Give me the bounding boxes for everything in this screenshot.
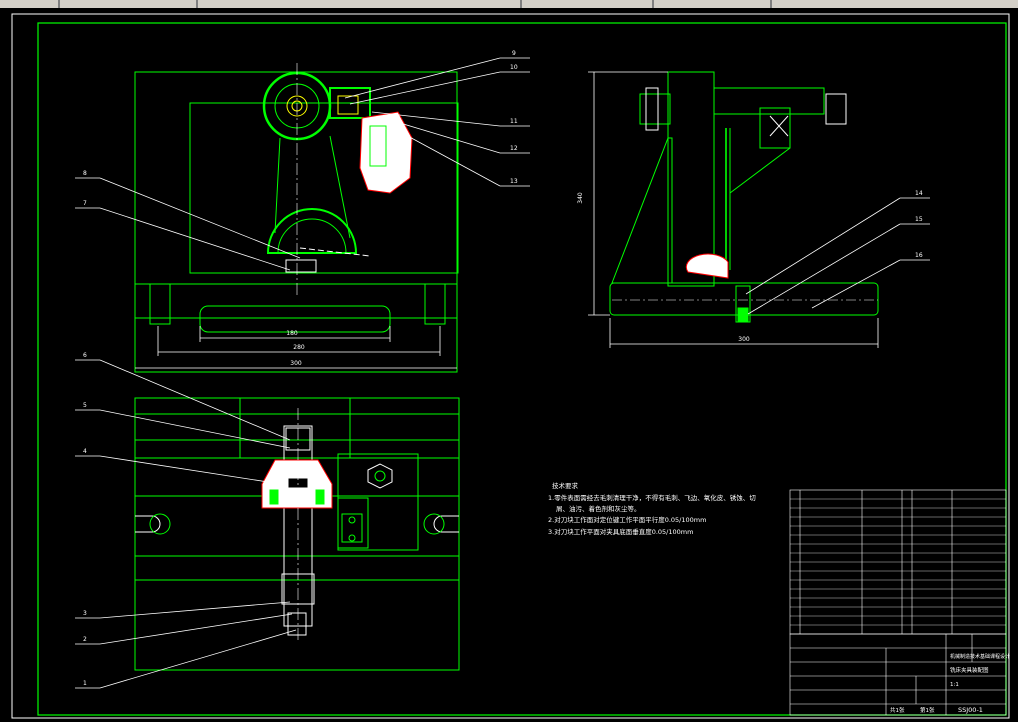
leader-label-16: 16 (915, 252, 923, 259)
side-view (609, 71, 879, 323)
leader-label-10: 10 (510, 64, 518, 71)
toolbar-separator (196, 0, 198, 8)
dim-front-mid: 280 (293, 344, 305, 351)
technical-notes: 技术要求 1.零件表面需经去毛刺清理干净，不得有毛刺、飞边、氧化皮、锈蚀、切 屑… (548, 481, 756, 536)
leader-label-6: 6 (83, 352, 87, 359)
toolbar-separator (652, 0, 654, 8)
leader-labels: 9 10 11 12 13 8 7 6 5 4 3 2 1 14 15 16 (83, 50, 923, 687)
plan-base (134, 397, 460, 671)
title-drawing-no: SSJ00-1 (958, 706, 983, 714)
leader-label-12: 12 (510, 145, 518, 152)
plan-view (134, 397, 460, 671)
leader-label-8: 8 (83, 170, 87, 177)
leader-label-4: 4 (83, 448, 87, 455)
title-school: 机械制造技术基础课程设计 (950, 653, 1010, 660)
notes-line-1b: 屑、油污、着色剂和灰尘等。 (556, 504, 641, 513)
semicircle-support (266, 208, 358, 254)
dim-side-height: 340 (577, 192, 584, 204)
title-sheets: 共1张 (890, 706, 905, 714)
leader-label-15: 15 (915, 216, 923, 223)
dim-side-bottom: 300 (738, 336, 750, 343)
vertical-edge (1014, 8, 1018, 722)
title-block (789, 633, 1007, 716)
front-view (134, 63, 459, 373)
toolbar-separator (770, 0, 772, 8)
parts-list-rows (790, 498, 1006, 626)
left-u-slot (135, 515, 161, 533)
side-view-dimensions (588, 71, 879, 348)
side-rib (611, 137, 673, 284)
window-toolbar-strip (0, 0, 1018, 8)
notes-line-3: 3.对刀块工作平面对夹具底面垂直度0.05/100mm (548, 527, 693, 536)
title-scale: 1:1 (950, 682, 959, 688)
leader-label-3: 3 (83, 610, 87, 617)
leader-label-5: 5 (83, 402, 87, 409)
right-u-slot (433, 515, 459, 533)
notes-line-2: 2.对刀块工作面对定位键工作平面平行度0.05/100mm (548, 515, 706, 524)
leader-lines (75, 57, 930, 689)
title-drawing-name: 铣床夹具装配图 (950, 666, 989, 674)
leader-label-7: 7 (83, 200, 87, 207)
leader-label-13: 13 (510, 178, 518, 185)
dim-front-inner: 180 (286, 330, 298, 337)
leader-label-2: 2 (83, 636, 87, 643)
side-tip-section (685, 253, 729, 279)
front-base-slot (199, 305, 391, 333)
leader-label-14: 14 (915, 190, 923, 197)
leader-label-1: 1 (83, 680, 87, 687)
title-sheet: 第1张 (920, 706, 935, 714)
dim-front-outer: 300 (290, 360, 302, 367)
toolbar-separator (520, 0, 522, 8)
leader-label-9: 9 (512, 50, 516, 57)
notes-line-1: 1.零件表面需经去毛刺清理干净，不得有毛刺、飞边、氧化皮、锈蚀、切 (548, 493, 756, 502)
toolbar-separator (58, 0, 60, 8)
base-plate-outline (134, 71, 458, 373)
cad-drawing-canvas[interactable]: 180 280 300 340 300 9 10 11 12 13 8 7 6 … (0, 8, 1018, 722)
notes-title: 技术要求 (552, 481, 579, 490)
leader-label-11: 11 (510, 118, 518, 125)
